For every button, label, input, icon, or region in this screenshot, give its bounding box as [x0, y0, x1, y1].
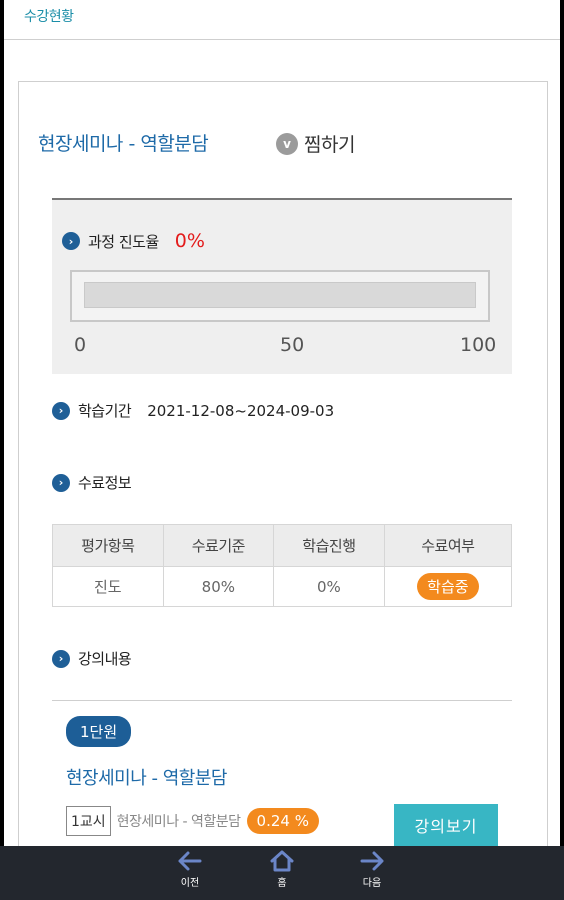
completion-table: 평가항목 수료기준 학습진행 수료여부 진도 80% 0% 학습중 — [52, 524, 513, 607]
completion-label: 수료정보 — [78, 474, 132, 492]
wish-label: 찜하기 — [304, 134, 355, 156]
table-cell-criterion: 80% — [162, 566, 275, 607]
lesson-name: 현장세미나 - 역할분담 — [116, 814, 241, 830]
progress-percent: 0% — [174, 230, 205, 252]
progress-bar — [70, 270, 490, 322]
chevron-right-icon: › — [52, 649, 70, 668]
study-period-value: 2021-12-08~2024-09-03 — [147, 401, 335, 420]
status-badge: 학습중 — [417, 573, 479, 600]
chevron-right-icon: › — [52, 473, 70, 492]
lesson-period: 1교시 — [66, 806, 111, 836]
nav-home-label: 홈 — [277, 878, 287, 889]
nav-next-label: 다음 — [362, 878, 382, 889]
nav-next[interactable]: 다음 — [342, 850, 402, 889]
progress-tick: 0 — [74, 334, 87, 356]
progress-tick: 100 — [460, 334, 497, 356]
chevron-down-icon: v — [276, 132, 298, 155]
course-title: 현장세미나 - 역할분담 — [38, 133, 209, 155]
content-label: 강의내용 — [78, 650, 132, 668]
table-header: 수료여부 — [383, 524, 513, 567]
arrow-left-icon — [178, 851, 202, 871]
table-row: 진도 80% 0% 학습중 — [52, 566, 513, 607]
table-cell-status: 학습중 — [383, 566, 513, 607]
table-header-row: 평가항목 수료기준 학습진행 수료여부 — [52, 524, 513, 567]
app-frame: 수강현황 현장세미나 - 역할분담 v 찜하기 › 과정 진도율 0% 0 50… — [4, 0, 560, 846]
study-period: › 학습기간 2021-12-08~2024-09-03 — [52, 400, 334, 421]
table-header: 평가항목 — [52, 524, 164, 567]
unit-badge: 1단원 — [66, 716, 132, 747]
lesson-row: 1교시 현장세미나 - 역할분담 0.24 % — [66, 806, 319, 836]
view-lecture-button[interactable]: 강의보기 — [394, 804, 498, 846]
header-bar: 수강현황 — [4, 0, 560, 40]
table-cell-item: 진도 — [52, 566, 164, 607]
table-header: 학습진행 — [273, 524, 385, 567]
progress-label: 과정 진도율 — [88, 232, 159, 251]
content-section-heading: › 강의내용 — [52, 648, 132, 669]
page-title: 수강현황 — [24, 9, 74, 25]
divider — [52, 700, 512, 701]
nav-prev-label: 이전 — [180, 878, 200, 889]
progress-tick: 50 — [280, 334, 305, 356]
unit-title: 현장세미나 - 역할분담 — [66, 768, 227, 789]
completion-section-heading: › 수료정보 — [52, 472, 132, 493]
study-period-label: 학습기간 — [78, 402, 132, 420]
chevron-right-icon: › — [52, 401, 70, 420]
lesson-progress-badge: 0.24 % — [246, 808, 319, 834]
home-icon — [270, 850, 294, 872]
nav-prev[interactable]: 이전 — [160, 850, 220, 889]
progress-track — [84, 282, 476, 308]
table-header: 수료기준 — [162, 524, 275, 567]
chevron-right-icon: › — [62, 232, 80, 250]
wish-button[interactable]: v 찜하기 — [276, 130, 355, 157]
progress-panel: › 과정 진도율 0% 0 50 100 — [52, 198, 512, 374]
arrow-right-icon — [360, 851, 384, 871]
table-cell-progress: 0% — [273, 566, 385, 607]
nav-home[interactable]: 홈 — [252, 850, 312, 889]
bottom-nav: 이전 홈 다음 — [0, 846, 564, 900]
